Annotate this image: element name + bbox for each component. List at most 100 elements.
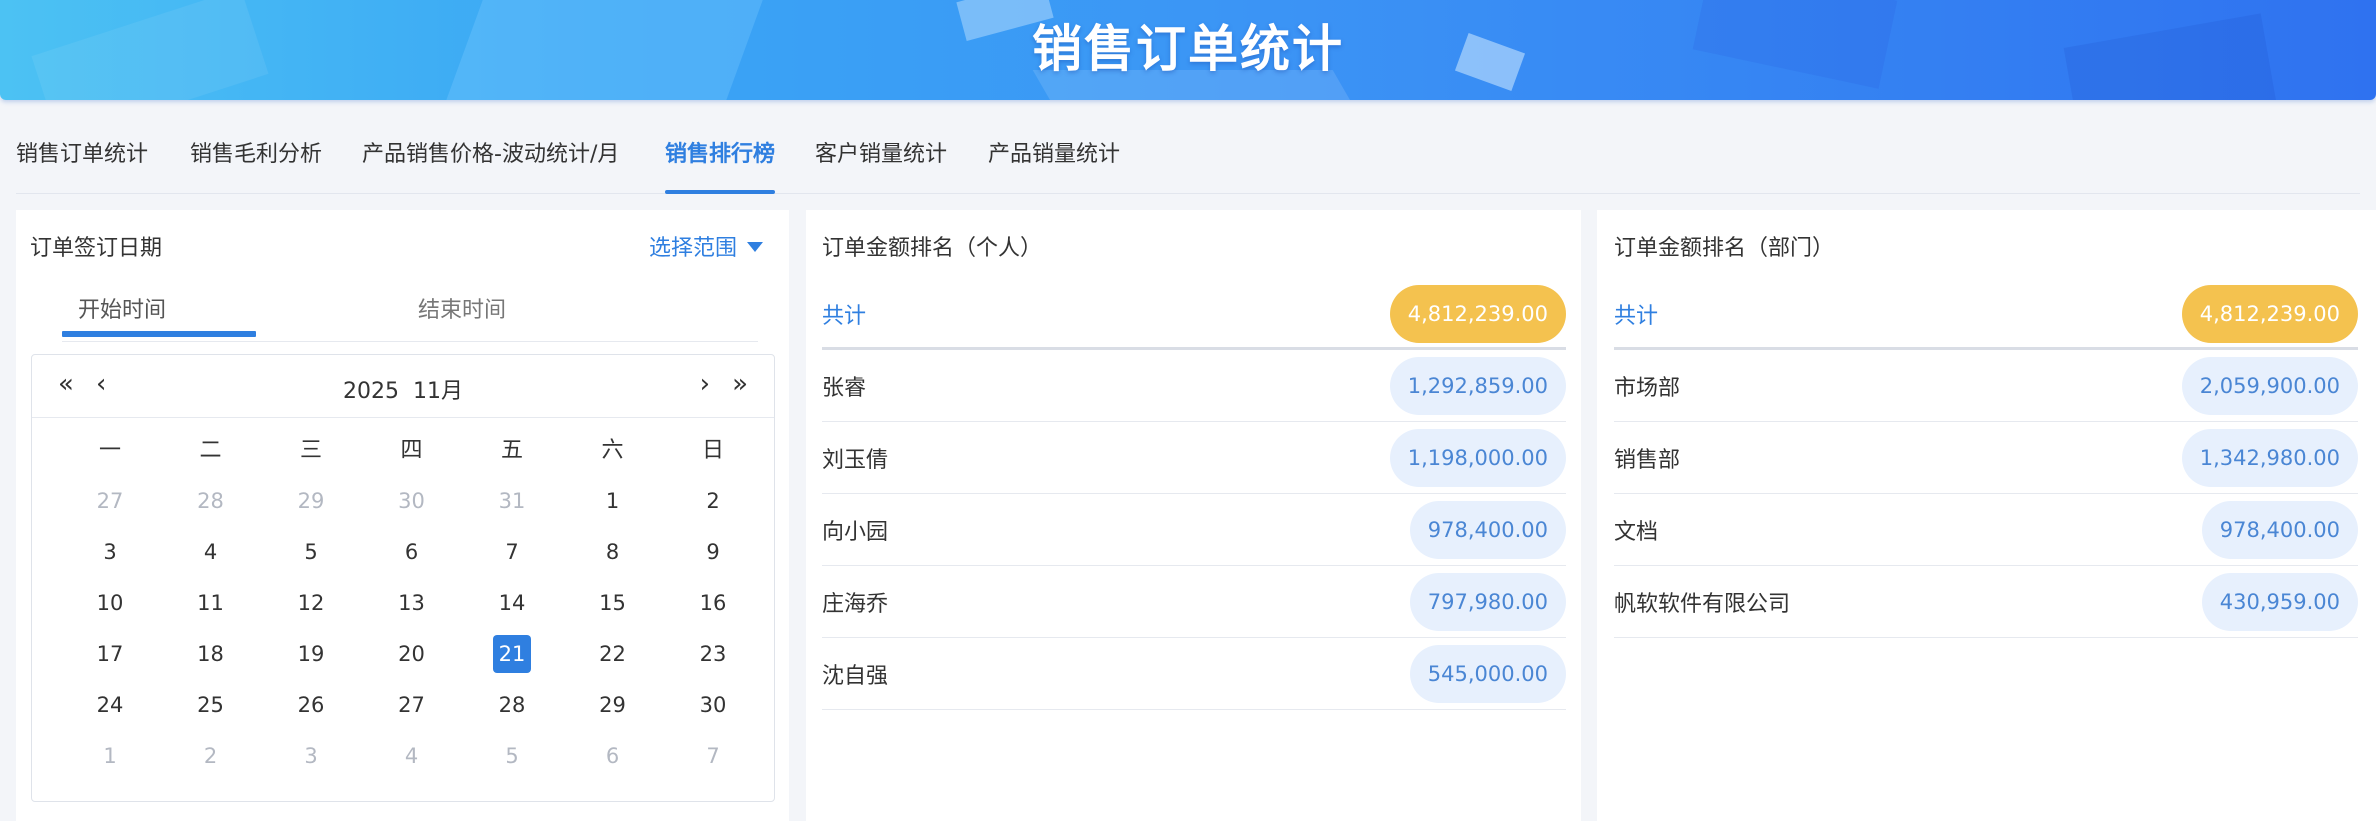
calendar-day[interactable]: 30 (663, 685, 763, 725)
calendar-day[interactable]: 26 (261, 685, 361, 725)
tab-price-fluctuation[interactable]: 产品销售价格-波动统计/月 (362, 126, 619, 194)
ranking-row: 帆软软件有限公司 430,959.00 (1614, 566, 2358, 638)
calendar-day[interactable]: 24 (60, 685, 160, 725)
calendar-day[interactable]: 1 (60, 736, 160, 776)
ranking-name: 张睿 (822, 375, 867, 401)
calendar-day[interactable]: 29 (563, 685, 663, 725)
calendar-header: « ‹ 2025 11月 › » (32, 355, 774, 418)
calendar-day[interactable]: 22 (563, 634, 663, 674)
next-year-icon[interactable]: » (732, 369, 748, 399)
next-month-icon[interactable]: › (700, 369, 710, 399)
personal-ranking-panel: 订单金额排名（个人） 共计 4,812,239.00 张睿 1,292,859.0… (806, 210, 1581, 821)
calendar-day[interactable]: 12 (261, 583, 361, 623)
calendar-day[interactable]: 15 (563, 583, 663, 623)
calendar-day[interactable]: 8 (563, 532, 663, 572)
ranking-value-badge: 430,959.00 (2201, 572, 2358, 631)
calendar-day[interactable]: 27 (362, 685, 462, 725)
weekday-label: 三 (299, 438, 322, 463)
ranking-row: 文档 978,400.00 (1614, 494, 2358, 566)
calendar-day[interactable]: 5 (462, 736, 562, 776)
calendar-day[interactable]: 2 (161, 736, 261, 776)
ranking-value-badge: 1,292,859.00 (1389, 356, 1566, 415)
tab-sales-ranking[interactable]: 销售排行榜 (665, 126, 776, 194)
calendar-day[interactable]: 4 (161, 532, 261, 572)
calendar-week-row: 24 25 26 27 28 29 30 (33, 685, 735, 736)
ranking-name: 市场部 (1614, 375, 1681, 401)
calendar-day[interactable]: 7 (462, 532, 562, 572)
calendar-month[interactable]: 11月 (413, 379, 463, 404)
weekday-header-row: 一二三四五六日 (33, 431, 735, 482)
weekday-label: 六 (601, 438, 624, 463)
calendar: « ‹ 2025 11月 › » 一二三四五六日 27 28 29 30 31 1 2 3 4 5 6 7… (31, 354, 775, 802)
department-ranking-title: 订单金额排名（部门） (1614, 236, 1835, 261)
calendar-day[interactable]: 29 (261, 481, 361, 521)
ranking-name: 庄海乔 (822, 591, 889, 617)
ranking-value-badge: 978,400.00 (1409, 500, 1566, 559)
tab-sales-order-stats[interactable]: 销售订单统计 (16, 126, 148, 194)
calendar-week-row: 1234567 (33, 736, 735, 787)
calendar-day[interactable]: 4 (362, 736, 462, 776)
calendar-day[interactable]: 3 (60, 532, 160, 572)
ranking-row: 向小园 978,400.00 (822, 494, 1566, 566)
calendar-day[interactable]: 1 (563, 481, 663, 521)
ranking-name: 销售部 (1614, 447, 1681, 473)
ranking-value-badge: 545,000.00 (1409, 644, 1566, 703)
end-time-tab[interactable]: 结束时间 (418, 292, 506, 324)
calendar-day[interactable]: 28 (462, 685, 562, 725)
calendar-day[interactable]: 30 (362, 481, 462, 521)
ranking-row: 销售部 1,342,980.00 (1614, 422, 2358, 494)
calendar-day[interactable]: 3 (261, 736, 361, 776)
total-label: 共计 (1614, 303, 1659, 329)
calendar-day[interactable]: 17 (60, 634, 160, 674)
start-time-tab[interactable]: 开始时间 (78, 292, 166, 324)
calendar-day[interactable]: 9 (663, 532, 763, 572)
calendar-day[interactable]: 7 (663, 736, 763, 776)
calendar-day[interactable]: 13 (362, 583, 462, 623)
ranking-value-badge: 1,342,980.00 (2181, 428, 2358, 487)
department-ranking-panel: 订单金额排名（部门） 共计 4,812,239.00 市场部 2,059,900.… (1597, 210, 2376, 821)
ranking-row: 庄海乔 797,980.00 (822, 566, 1566, 638)
tab-product-sales[interactable]: 产品销量统计 (988, 126, 1120, 194)
tab-gross-profit[interactable]: 销售毛利分析 (190, 126, 322, 194)
ranking-name: 文档 (1614, 519, 1659, 545)
calendar-day-selected[interactable]: 21 (462, 634, 562, 674)
personal-ranking-title: 订单金额排名（个人） (822, 236, 1043, 261)
page-title: 销售订单统计 (1032, 20, 1344, 78)
calendar-day[interactable]: 31 (462, 481, 562, 521)
range-select-label: 选择范围 (648, 236, 737, 261)
calendar-day[interactable]: 19 (261, 634, 361, 674)
ranking-name: 帆软软件有限公司 (1614, 591, 1791, 617)
calendar-day[interactable]: 6 (362, 532, 462, 572)
calendar-day[interactable]: 18 (161, 634, 261, 674)
calendar-day[interactable]: 25 (161, 685, 261, 725)
calendar-day[interactable]: 16 (663, 583, 763, 623)
calendar-year[interactable]: 2025 (343, 379, 399, 404)
calendar-week-row: 27 28 29 30 31 1 2 (33, 481, 735, 532)
calendar-day[interactable]: 2 (663, 481, 763, 521)
tab-customer-sales[interactable]: 客户销量统计 (815, 126, 947, 194)
calendar-day[interactable]: 23 (663, 634, 763, 674)
department-ranking-list: 共计 4,812,239.00 市场部 2,059,900.00 销售部 1,342,… (1614, 280, 2358, 638)
ranking-row: 刘玉倩 1,198,000.00 (822, 422, 1566, 494)
calendar-day[interactable]: 11 (161, 583, 261, 623)
weekday-label: 日 (701, 438, 724, 463)
calendar-day[interactable]: 6 (563, 736, 663, 776)
calendar-day[interactable]: 27 (60, 481, 160, 521)
ranking-value-badge: 978,400.00 (2201, 500, 2358, 559)
caret-down-icon (747, 242, 763, 252)
calendar-day[interactable]: 14 (462, 583, 562, 623)
report-tabs: 销售订单统计 销售毛利分析 产品销售价格-波动统计/月 销售排行榜 客户销量统计… (16, 126, 2360, 194)
total-value-badge: 4,812,239.00 (1389, 284, 1566, 343)
calendar-day[interactable]: 28 (161, 481, 261, 521)
ranking-name: 沈自强 (822, 663, 889, 689)
date-panel-title: 订单签订日期 (30, 236, 163, 261)
total-value-badge: 4,812,239.00 (2181, 284, 2358, 343)
ranking-total-row: 共计 4,812,239.00 (822, 280, 1566, 350)
calendar-day[interactable]: 5 (261, 532, 361, 572)
range-select-dropdown[interactable]: 选择范围 (649, 230, 763, 262)
calendar-day[interactable]: 20 (362, 634, 462, 674)
total-label: 共计 (822, 303, 867, 329)
ranking-value-badge: 1,198,000.00 (1389, 428, 1566, 487)
calendar-day[interactable]: 10 (60, 583, 160, 623)
weekday-label: 四 (400, 438, 423, 463)
